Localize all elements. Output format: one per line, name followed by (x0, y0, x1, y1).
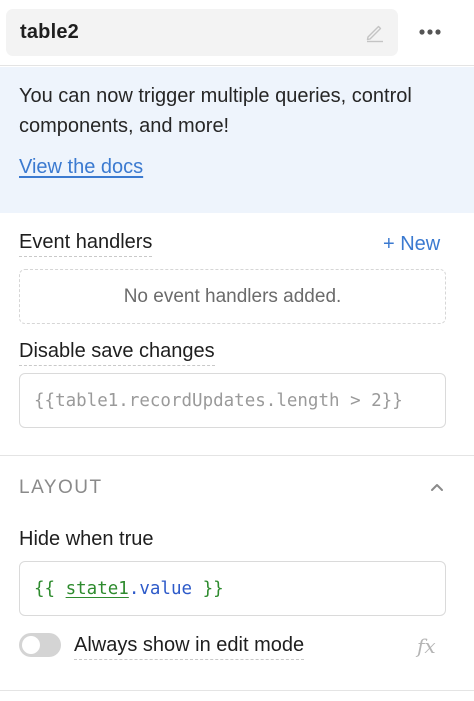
fx-icon[interactable]: fx (417, 634, 443, 658)
info-banner: You can now trigger multiple queries, co… (0, 67, 474, 213)
banner-text: You can now trigger multiple queries, co… (19, 85, 412, 137)
event-handlers-label: Event handlers (19, 230, 153, 257)
inspector-header: table2 (0, 0, 474, 66)
disable-save-placeholder: {{table1.recordUpdates.length > 2}} (34, 390, 403, 411)
ellipsis-icon[interactable] (414, 22, 446, 42)
new-event-handler-button[interactable]: + New (383, 232, 440, 256)
component-name-field[interactable]: table2 (6, 9, 398, 56)
always-show-label: Always show in edit mode (74, 633, 305, 660)
expression-property: .value (128, 578, 193, 599)
expression-open: {{ (34, 578, 66, 599)
hide-when-true-label: Hide when true (19, 528, 154, 550)
inspector-panel: table2 You can now trigger multiple quer… (0, 0, 474, 701)
layout-section-title: LAYOUT (19, 477, 103, 498)
chevron-up-icon[interactable] (428, 480, 446, 494)
pencil-icon[interactable] (364, 21, 386, 43)
view-docs-link[interactable]: View the docs (19, 156, 143, 179)
always-show-toggle[interactable] (19, 633, 61, 657)
component-name: table2 (20, 21, 80, 43)
expression-close: }} (192, 578, 224, 599)
hide-when-true-input[interactable]: {{ state1 .value }} (19, 561, 446, 616)
bottom-divider (0, 690, 474, 691)
section-divider (0, 455, 474, 456)
disable-save-input[interactable]: {{table1.recordUpdates.length > 2}} (19, 373, 446, 428)
event-handlers-empty-state: No event handlers added. (19, 269, 446, 324)
disable-save-label: Disable save changes (19, 339, 215, 366)
toggle-knob (22, 636, 40, 654)
expression-token: state1 (65, 578, 129, 599)
